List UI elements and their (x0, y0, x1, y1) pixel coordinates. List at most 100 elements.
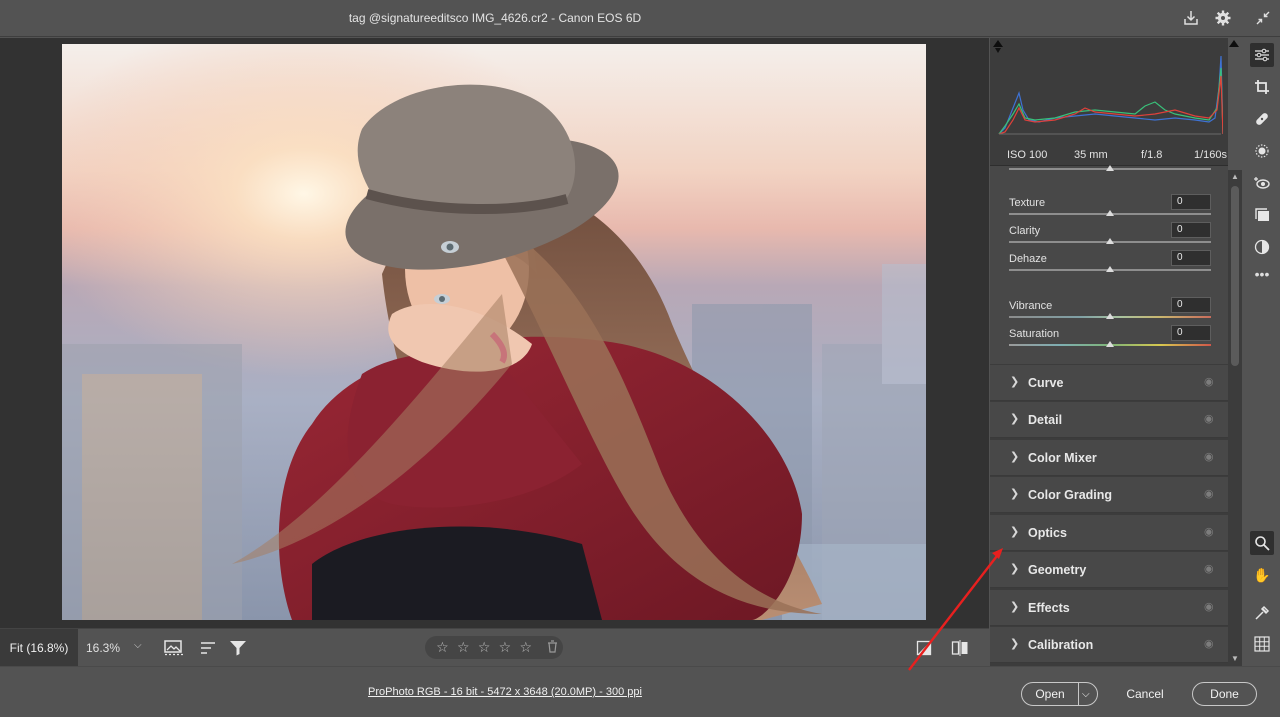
slider-thumb[interactable] (1106, 210, 1114, 216)
slider-thumb[interactable] (1106, 341, 1114, 347)
eye-icon[interactable]: ◉ (1204, 412, 1214, 425)
trash-icon[interactable] (541, 639, 563, 656)
rating-star-5[interactable]: ☆ (516, 639, 535, 656)
texture-value[interactable]: 0 (1171, 194, 1211, 210)
section-label: Effects (1028, 601, 1070, 615)
grid-overlay-icon[interactable] (1250, 632, 1274, 656)
chevron-right-icon: ❯ (1010, 488, 1020, 500)
bottom-toolbar: Fit (16.8%) 16.3% ⌵ ☆ ☆ ☆ ☆ ☆ (0, 628, 989, 667)
texture-slider[interactable]: Texture 0 (1009, 194, 1211, 225)
section-label: Optics (1028, 526, 1067, 540)
clarity-label: Clarity (1009, 225, 1041, 237)
cancel-button[interactable]: Cancel (1113, 682, 1177, 706)
crop-icon[interactable] (1250, 75, 1274, 99)
snapshots-icon[interactable] (1250, 203, 1274, 227)
vibrance-value[interactable]: 0 (1171, 297, 1211, 313)
masking-icon[interactable] (1250, 139, 1274, 163)
section-label: Color Mixer (1028, 451, 1097, 465)
chevron-right-icon: ❯ (1010, 563, 1020, 575)
chevron-down-icon[interactable]: ⌵ (134, 640, 142, 651)
exif-iso: ISO 100 (1007, 149, 1048, 161)
section-geometry[interactable]: ❯ Geometry ◉ (990, 552, 1228, 588)
slider-thumb[interactable] (1106, 165, 1114, 171)
scrollbar-thumb[interactable] (1231, 186, 1239, 366)
healing-icon[interactable] (1250, 107, 1274, 131)
eye-icon[interactable]: ◉ (1204, 450, 1214, 463)
title-bar: tag @signatureeditsco IMG_4626.cr2 - Can… (0, 0, 1280, 37)
clarity-value[interactable]: 0 (1171, 222, 1211, 238)
eye-icon[interactable]: ◉ (1204, 562, 1214, 575)
shadow-clipping-icon[interactable] (993, 40, 1003, 47)
divider (1078, 683, 1079, 705)
rating-star-4[interactable]: ☆ (496, 639, 515, 656)
clarity-slider[interactable]: Clarity 0 (1009, 222, 1211, 253)
rating-star-1[interactable]: ☆ (433, 639, 452, 656)
red-eye-icon[interactable] (1250, 171, 1274, 195)
filmstrip-icon[interactable] (164, 638, 184, 658)
filter-icon[interactable] (228, 638, 248, 658)
eye-icon[interactable]: ◉ (1204, 637, 1214, 650)
gear-icon[interactable] (1212, 7, 1234, 29)
panel-scrollbar[interactable]: ▲ ▼ (1228, 170, 1242, 666)
highlight-clipping-icon[interactable] (1229, 40, 1239, 47)
texture-label: Texture (1009, 197, 1046, 209)
open-button[interactable]: Open ⌵ (1021, 682, 1098, 706)
workflow-options-link[interactable]: ProPhoto RGB - 16 bit - 5472 x 3648 (20.… (368, 686, 642, 698)
compare-view-icon[interactable] (950, 638, 970, 658)
section-color-mixer[interactable]: ❯ Color Mixer ◉ (990, 440, 1228, 476)
section-detail[interactable]: ❯ Detail ◉ (990, 402, 1228, 438)
rating-star-3[interactable]: ☆ (475, 639, 494, 656)
vibrance-label: Vibrance (1009, 300, 1053, 312)
chevron-right-icon: ❯ (1010, 601, 1020, 613)
slider-thumb[interactable] (1106, 238, 1114, 244)
chevron-down-icon[interactable]: ⌵ (1082, 689, 1090, 700)
section-optics[interactable]: ❯ Optics ◉ (990, 515, 1228, 551)
exif-focal: 35 mm (1074, 149, 1108, 161)
zoom-tool-icon[interactable] (1250, 531, 1274, 555)
edit-sliders-icon[interactable] (1250, 43, 1274, 67)
zoom-fit-button[interactable]: Fit (16.8%) (0, 629, 78, 667)
presence-controls: Texture 0 Clarity 0 Dehaze 0 Vibrance 0 … (990, 165, 1228, 364)
done-button[interactable]: Done (1192, 682, 1257, 706)
chevron-right-icon: ❯ (1010, 376, 1020, 388)
chevron-right-icon: ❯ (1010, 526, 1020, 538)
color-sampler-icon[interactable] (1250, 601, 1274, 625)
image-canvas[interactable] (0, 38, 989, 628)
eye-icon[interactable]: ◉ (1204, 600, 1214, 613)
collapse-icon[interactable] (1252, 7, 1274, 29)
scroll-down-icon[interactable]: ▼ (1231, 654, 1239, 663)
section-calibration[interactable]: ❯ Calibration ◉ (990, 627, 1228, 663)
slider-thumb[interactable] (1106, 266, 1114, 272)
slider-thumb[interactable] (1106, 313, 1114, 319)
section-effects[interactable]: ❯ Effects ◉ (990, 590, 1228, 626)
presets-icon[interactable] (1250, 235, 1274, 259)
save-image-icon[interactable] (1180, 7, 1202, 29)
section-curve[interactable]: ❯ Curve ◉ (990, 365, 1228, 401)
section-label: Color Grading (1028, 488, 1113, 502)
scroll-up-icon[interactable]: ▲ (1231, 172, 1239, 181)
section-label: Calibration (1028, 638, 1094, 652)
section-color-grading[interactable]: ❯ Color Grading ◉ (990, 477, 1228, 513)
exif-shutter: 1/160s (1194, 149, 1228, 161)
dehaze-value[interactable]: 0 (1171, 250, 1211, 266)
before-after-icon[interactable] (914, 638, 934, 658)
vibrance-slider[interactable]: Vibrance 0 (1009, 297, 1211, 328)
dehaze-slider[interactable]: Dehaze 0 (1009, 250, 1211, 281)
rating-star-2[interactable]: ☆ (454, 639, 473, 656)
eye-icon[interactable]: ◉ (1204, 487, 1214, 500)
section-label: Curve (1028, 376, 1064, 390)
edit-panel: ISO 100 35 mm f/1.8 1/160s Texture 0 Cla… (990, 38, 1239, 666)
more-options-icon[interactable]: ••• (1250, 262, 1274, 286)
saturation-value[interactable]: 0 (1171, 325, 1211, 341)
saturation-slider[interactable]: Saturation 0 (1009, 325, 1211, 356)
eye-icon[interactable]: ◉ (1204, 525, 1214, 538)
sort-icon[interactable] (198, 638, 218, 658)
photo-preview[interactable] (62, 44, 926, 620)
zoom-percentage[interactable]: 16.3% (86, 641, 120, 655)
eye-icon[interactable]: ◉ (1204, 375, 1214, 388)
hand-tool-icon[interactable]: ✋ (1250, 563, 1274, 587)
chevron-right-icon: ❯ (1010, 413, 1020, 425)
open-button-label: Open (1035, 687, 1065, 701)
star-rating: ☆ ☆ ☆ ☆ ☆ (425, 636, 563, 659)
exif-aperture: f/1.8 (1141, 149, 1163, 161)
